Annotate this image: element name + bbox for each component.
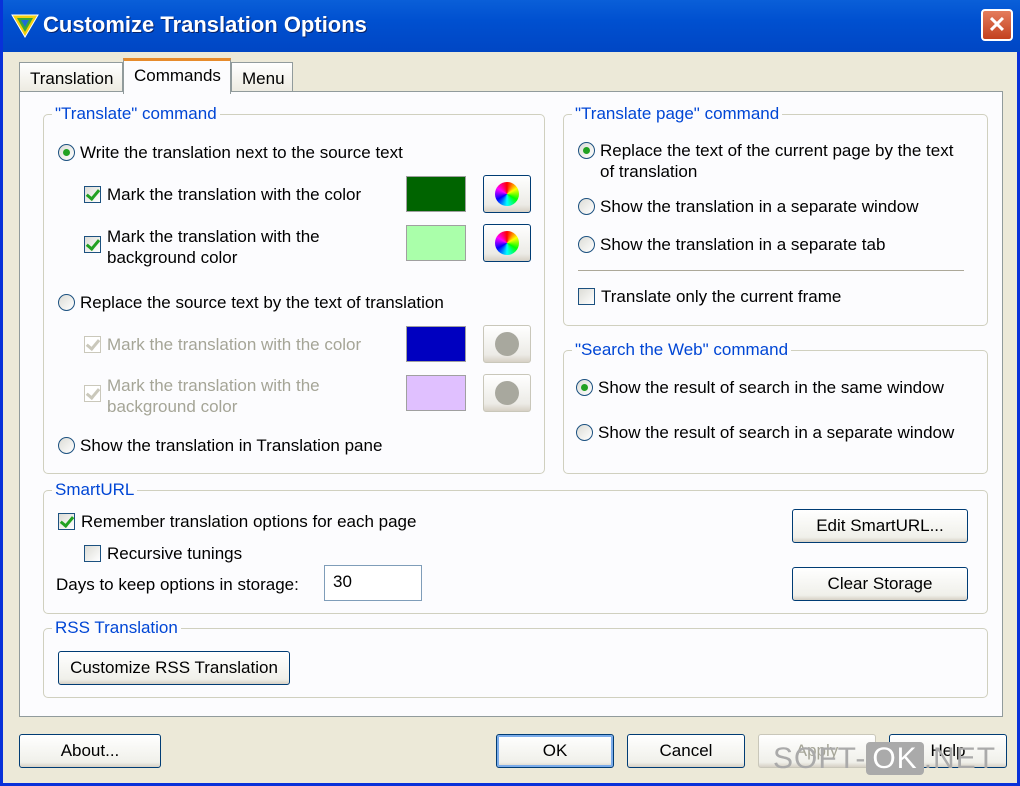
radio-search-same-window[interactable]: Show the result of search in the same wi… [576, 377, 944, 398]
mark-bg-color-picker-button[interactable] [483, 224, 531, 262]
checkbox-mark-color-disabled: Mark the translation with the color [84, 334, 361, 355]
checkbox-mark-bg-label-line2: background color [107, 248, 238, 267]
smarturl-legend: SmartURL [55, 480, 135, 499]
translate-page-divider [578, 270, 964, 271]
radio-write-next-label: Write the translation next to the source… [80, 143, 403, 162]
watermark-right: .NET [923, 742, 997, 775]
checkbox-current-frame-label: Translate only the current frame [601, 287, 842, 306]
radio-replace-source[interactable]: Replace the source text by the text of t… [58, 292, 444, 313]
cancel-button[interactable]: Cancel [627, 734, 745, 768]
radio-separate-tab-indicator[interactable] [578, 236, 595, 253]
mark-color-disabled-picker-button [483, 325, 531, 363]
radio-search-separate-window-label: Show the result of search in a separate … [598, 423, 955, 442]
ok-button[interactable]: OK [496, 734, 614, 768]
mark-color-disabled-swatch [406, 326, 466, 362]
checkbox-mark-color-disabled-box [84, 336, 101, 353]
checkbox-mark-color-label: Mark the translation with the color [107, 185, 362, 204]
radio-replace-page-label: Replace the text of the current page by … [600, 140, 953, 182]
checkbox-remember-options-label: Remember translation options for each pa… [81, 512, 417, 531]
checkbox-recursive-tunings-box[interactable] [84, 545, 101, 562]
commands-panel: "Translate" command Write the translatio… [19, 91, 1003, 717]
radio-replace-page-label-line1: Replace the text of the current page by … [600, 141, 954, 160]
radio-replace-source-indicator[interactable] [58, 294, 75, 311]
close-button[interactable]: ✕ [981, 9, 1013, 41]
radio-search-same-window-label: Show the result of search in the same wi… [598, 378, 944, 397]
checkbox-mark-bg-disabled-box [84, 385, 101, 402]
app-logo-icon [11, 14, 39, 38]
checkbox-mark-bg-label-line1: Mark the translation with the [107, 227, 320, 246]
rss-translation-legend: RSS Translation [55, 618, 178, 637]
search-web-command-legend: "Search the Web" command [575, 340, 789, 359]
translate-command-legend: "Translate" command [55, 104, 217, 123]
tab-menu[interactable]: Menu [231, 62, 293, 92]
checkbox-mark-bg-disabled: Mark the translation with the background… [84, 375, 320, 417]
radio-replace-page[interactable]: Replace the text of the current page by … [578, 140, 953, 182]
clear-storage-button[interactable]: Clear Storage [792, 567, 968, 601]
radio-write-next-indicator[interactable] [58, 144, 75, 161]
checkbox-mark-color[interactable]: Mark the translation with the color [84, 184, 361, 205]
mark-bg-disabled-picker-button [483, 374, 531, 412]
radio-replace-page-indicator[interactable] [578, 142, 595, 159]
title-bar[interactable]: Customize Translation Options ✕ [3, 0, 1020, 52]
radio-separate-window-indicator[interactable] [578, 198, 595, 215]
tab-translation[interactable]: Translation [19, 62, 123, 92]
radio-separate-window[interactable]: Show the translation in a separate windo… [578, 196, 918, 217]
mark-bg-disabled-swatch [406, 375, 466, 411]
about-button[interactable]: About... [19, 734, 161, 768]
window-title: Customize Translation Options [43, 12, 367, 37]
watermark: SOFT- OK .NET [773, 742, 996, 776]
radio-write-next[interactable]: Write the translation next to the source… [58, 142, 403, 163]
checkbox-recursive-tunings[interactable]: Recursive tunings [84, 543, 242, 564]
dialog-window: Customize Translation Options ✕ Translat… [0, 0, 1020, 786]
checkbox-remember-options[interactable]: Remember translation options for each pa… [58, 511, 416, 532]
color-wheel-icon [495, 332, 519, 356]
mark-color-swatch [406, 176, 466, 212]
edit-smarturl-button[interactable]: Edit SmartURL... [792, 509, 968, 543]
watermark-left: SOFT- [773, 742, 867, 775]
color-wheel-icon [495, 182, 519, 206]
checkbox-mark-bg-label: Mark the translation with the background… [107, 226, 320, 268]
radio-translation-pane[interactable]: Show the translation in Translation pane [58, 435, 382, 456]
radio-separate-tab-label: Show the translation in a separate tab [600, 235, 886, 254]
radio-replace-source-label: Replace the source text by the text of t… [80, 293, 444, 312]
radio-search-separate-window-indicator[interactable] [576, 424, 593, 441]
checkbox-current-frame-box[interactable] [578, 288, 595, 305]
checkbox-mark-bg-box[interactable] [84, 236, 101, 253]
days-to-keep-label: Days to keep options in storage: [56, 575, 299, 594]
days-to-keep-input[interactable]: 30 [324, 565, 422, 601]
radio-separate-tab[interactable]: Show the translation in a separate tab [578, 234, 885, 255]
checkbox-mark-bg[interactable]: Mark the translation with the background… [84, 226, 320, 268]
color-wheel-icon [495, 231, 519, 255]
radio-replace-page-label-line2: of translation [600, 162, 698, 181]
radio-separate-window-label: Show the translation in a separate windo… [600, 197, 919, 216]
tab-commands[interactable]: Commands [123, 58, 231, 94]
checkbox-current-frame[interactable]: Translate only the current frame [578, 286, 841, 307]
checkbox-remember-options-box[interactable] [58, 513, 75, 530]
search-web-command-group: "Search the Web" command [563, 340, 988, 474]
checkbox-mark-bg-disabled-label-line1: Mark the translation with the [107, 376, 320, 395]
radio-translation-pane-label: Show the translation in Translation pane [80, 436, 383, 455]
watermark-ok: OK [866, 742, 924, 775]
mark-color-picker-button[interactable] [483, 175, 531, 213]
radio-search-same-window-indicator[interactable] [576, 379, 593, 396]
radio-search-separate-window[interactable]: Show the result of search in a separate … [576, 422, 954, 443]
color-wheel-icon [495, 381, 519, 405]
translate-page-command-legend: "Translate page" command [575, 104, 780, 123]
radio-translation-pane-indicator[interactable] [58, 437, 75, 454]
checkbox-mark-bg-disabled-label-line2: background color [107, 397, 238, 416]
checkbox-mark-color-box[interactable] [84, 186, 101, 203]
checkbox-recursive-tunings-label: Recursive tunings [107, 544, 243, 563]
checkbox-mark-bg-disabled-label: Mark the translation with the background… [107, 375, 320, 417]
customize-rss-button[interactable]: Customize RSS Translation [58, 651, 290, 685]
mark-bg-color-swatch [406, 225, 466, 261]
checkbox-mark-color-disabled-label: Mark the translation with the color [107, 335, 362, 354]
